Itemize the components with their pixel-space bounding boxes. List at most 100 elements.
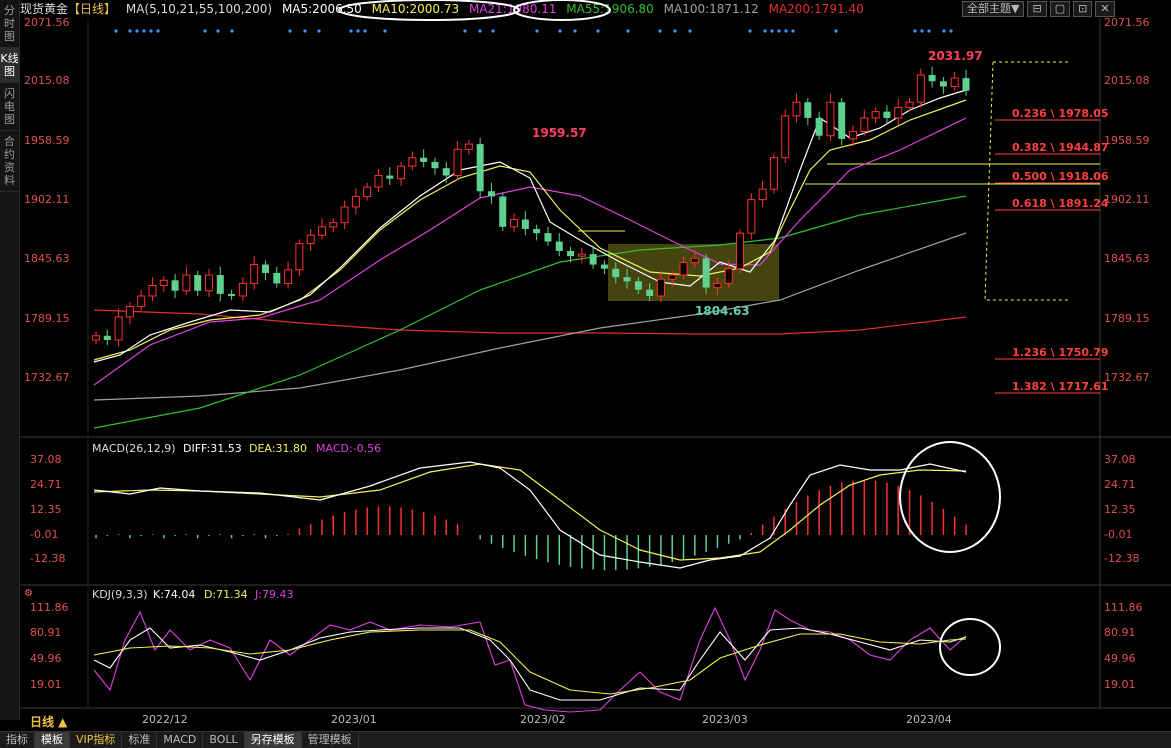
signal-dot — [463, 29, 467, 33]
fib-label: 0.618 \ 1891.24 — [1012, 197, 1109, 210]
candle-body — [724, 268, 733, 284]
candle-body — [476, 144, 484, 192]
candle-body — [804, 102, 812, 118]
candle-body — [159, 279, 168, 287]
kdj-tick-left: 19.01 — [30, 678, 62, 691]
signal-dot — [383, 29, 387, 33]
candle-body — [137, 295, 146, 307]
candle-body — [679, 261, 688, 276]
candle-body — [464, 143, 473, 150]
candle-body — [261, 264, 269, 273]
signal-dot — [363, 29, 367, 33]
kdj-tick-left: 111.86 — [30, 601, 69, 614]
kdj-k-line — [93, 627, 967, 701]
macd-tick-left: -0.01 — [30, 528, 58, 541]
time-tick: 2023/02 — [520, 713, 566, 726]
candle-body — [555, 241, 563, 251]
kdj-tick-right: 49.96 — [1104, 652, 1136, 665]
signal-dot — [596, 29, 600, 33]
tab-vip-indicators[interactable]: VIP指标 — [70, 732, 123, 748]
candle-body — [273, 272, 281, 284]
tab-manage-template[interactable]: 管理模板 — [302, 732, 359, 748]
kdj-k: K:74.04 — [153, 588, 195, 601]
candle-body — [623, 277, 631, 282]
candle-body — [577, 253, 586, 257]
signal-dot — [558, 29, 562, 33]
candle-body — [420, 157, 428, 162]
candle-body — [769, 157, 778, 190]
tab-save-template[interactable]: 另存模板 — [244, 732, 302, 748]
signal-dot — [777, 29, 781, 33]
tab-template[interactable]: 模板 — [35, 732, 70, 748]
signal-dot — [114, 29, 118, 33]
signal-dot — [626, 29, 630, 33]
tab-macd[interactable]: MACD — [157, 732, 204, 748]
candle-body — [589, 254, 597, 265]
price-tick-left: 1902.11 — [24, 193, 70, 206]
macd-tick-left: 37.08 — [30, 453, 62, 466]
settings-icon[interactable]: ⚙ — [24, 588, 33, 599]
fib-label: 0.236 \ 1978.05 — [1012, 107, 1109, 120]
signal-dot — [949, 29, 953, 33]
highlight-ellipse — [338, 0, 520, 21]
signal-dot — [491, 29, 495, 33]
candle-body — [228, 293, 236, 296]
candle-body — [103, 335, 111, 340]
candle-body — [374, 175, 383, 188]
candle-body — [736, 232, 745, 270]
chart-canvas[interactable]: 2071.56 2015.08 1958.59 1902.11 1845.63 … — [0, 0, 1171, 730]
candle-body — [204, 274, 213, 292]
kdj-j: J:79.43 — [254, 588, 293, 601]
candle-body — [690, 257, 699, 263]
candle-body — [295, 243, 304, 271]
price-tick-right: 2015.08 — [1104, 74, 1150, 87]
candle-body — [510, 219, 519, 228]
tab-standard[interactable]: 标准 — [122, 732, 158, 748]
signal-dot — [149, 29, 153, 33]
fib-label: 1.382 \ 1717.61 — [1012, 380, 1109, 393]
candle-body — [871, 111, 880, 119]
candle-body — [928, 74, 936, 82]
candle-body — [646, 289, 654, 296]
signal-dot — [942, 29, 946, 33]
kdj-d-line — [93, 629, 967, 695]
time-tick: 2023/04 — [906, 713, 952, 726]
candle-body — [883, 111, 891, 118]
candle-body — [838, 102, 846, 139]
candle-body — [238, 282, 247, 297]
candlestick-series — [92, 66, 970, 347]
kdj-tick-right: 111.86 — [1104, 601, 1143, 614]
candle-body — [826, 101, 835, 137]
candle-body — [567, 250, 575, 257]
candle-body — [250, 264, 259, 284]
period-selector[interactable]: 日线 ▲ — [30, 713, 67, 730]
price-tick-right: 1789.15 — [1104, 312, 1150, 325]
signal-dot — [128, 29, 132, 33]
signal-dot — [303, 29, 307, 33]
ma21-line — [93, 117, 967, 386]
candle-body — [499, 196, 507, 227]
signal-dot — [156, 29, 160, 33]
candle-body — [442, 168, 450, 176]
candle-body — [894, 106, 903, 119]
macd-dea-line — [93, 463, 967, 561]
consolidation-box — [608, 244, 779, 301]
signal-dot — [920, 29, 924, 33]
signal-dots — [114, 29, 953, 33]
candle-body — [431, 161, 439, 169]
signal-dot — [349, 29, 353, 33]
tab-boll[interactable]: BOLL — [203, 732, 245, 748]
candle-body — [408, 157, 417, 167]
candle-body — [114, 316, 123, 341]
kdj-j-line — [93, 606, 967, 713]
candle-body — [916, 74, 925, 103]
price-tick-left: 1789.15 — [24, 312, 70, 325]
candle-body — [125, 305, 134, 318]
tab-indicators[interactable]: 指标 — [0, 732, 35, 748]
price-tick-left: 1845.63 — [24, 252, 70, 265]
candle-body — [939, 81, 947, 87]
time-tick: 2022/12 — [142, 713, 188, 726]
kdj-label: KDJ(9,3,3) — [92, 588, 148, 601]
candle-body — [194, 275, 202, 291]
signal-dot — [216, 29, 220, 33]
